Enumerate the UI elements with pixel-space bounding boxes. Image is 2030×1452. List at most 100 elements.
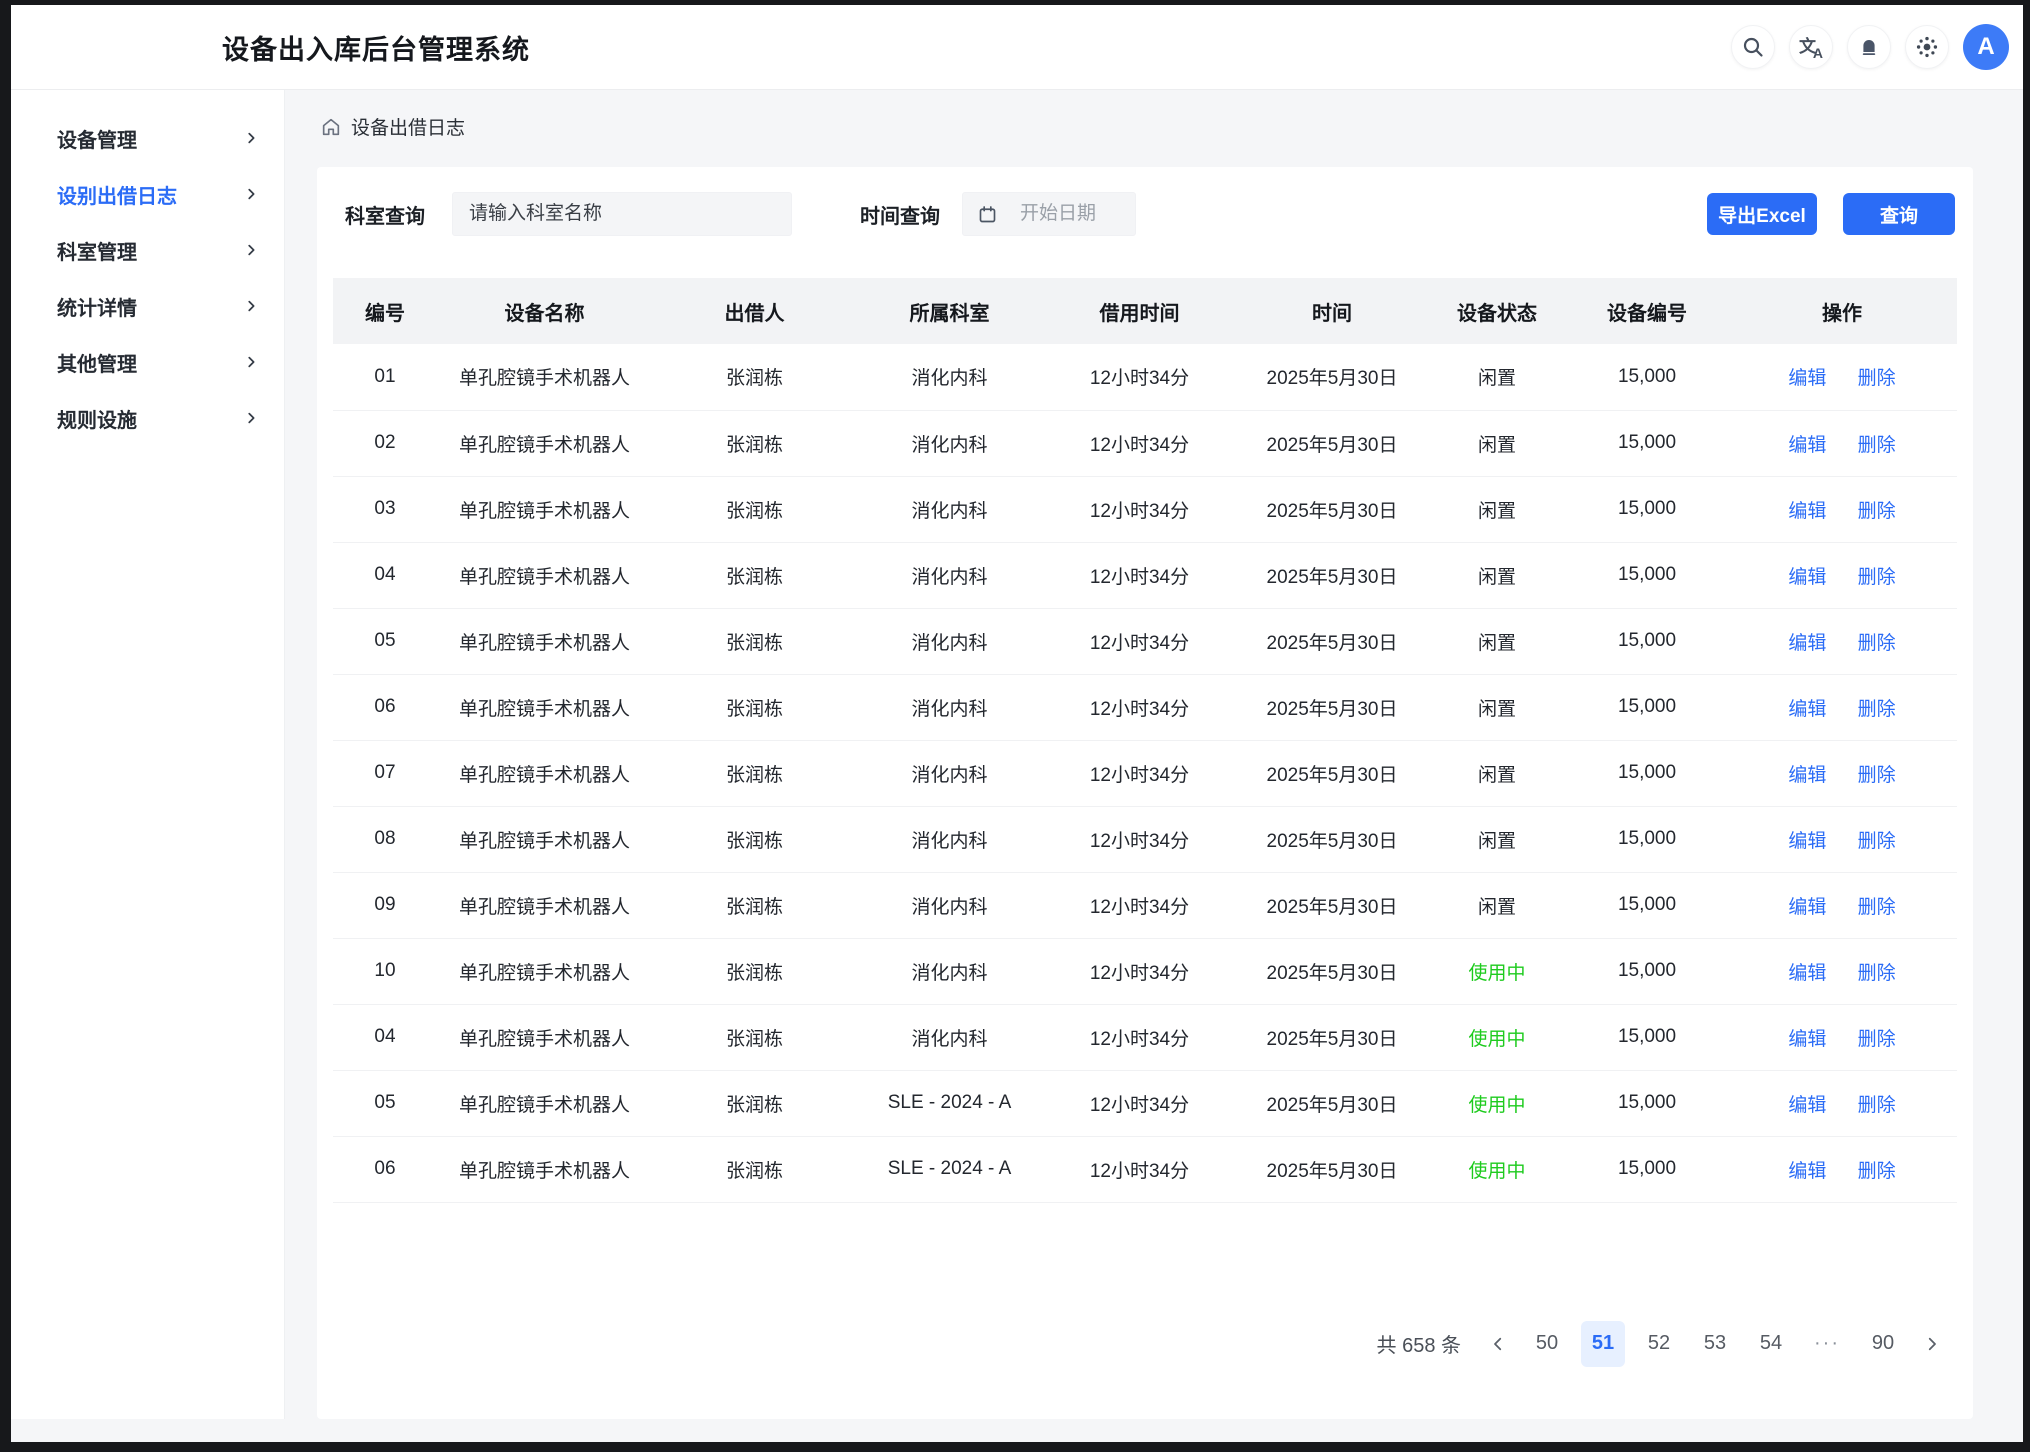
pagination-page-54[interactable]: 54 [1749,1321,1793,1367]
delete-link[interactable]: 删除 [1858,963,1896,984]
cell-operations: 编辑 删除 [1727,542,1957,608]
edit-link[interactable]: 编辑 [1788,699,1826,720]
delete-link[interactable]: 删除 [1858,699,1896,720]
cell-status: 闲置 [1427,806,1567,872]
delete-link[interactable]: 删除 [1858,897,1896,918]
cell-lender: 张润栋 [652,872,857,938]
pagination-pages: 50 51 52 53 54 ··· 90 [1525,1321,1905,1367]
cell-device-code: 15,000 [1567,476,1727,542]
pagination-page-51[interactable]: 51 [1581,1321,1625,1367]
cell-status: 闲置 [1427,740,1567,806]
cell-device-name: 单孔腔镜手术机器人 [437,410,652,476]
cell-device-code: 15,000 [1567,1004,1727,1070]
cell-id: 04 [333,542,437,608]
delete-link[interactable]: 删除 [1858,1029,1896,1050]
cell-status: 闲置 [1427,344,1567,410]
edit-link[interactable]: 编辑 [1788,765,1826,786]
pagination-page-50[interactable]: 50 [1525,1321,1569,1367]
start-date-input[interactable] [1020,203,1130,225]
column-header: 出借人 [652,278,857,344]
cell-date: 2025年5月30日 [1237,542,1427,608]
edit-link[interactable]: 编辑 [1788,1095,1826,1116]
edit-link[interactable]: 编辑 [1788,435,1826,456]
delete-link[interactable]: 删除 [1858,633,1896,654]
cell-lender: 张润栋 [652,740,857,806]
cell-device-code: 15,000 [1567,872,1727,938]
home-icon[interactable] [320,116,342,138]
cell-device-name: 单孔腔镜手术机器人 [437,806,652,872]
sidebar: 设备管理 设别出借日志 科室管理 统计详情 其他管理 规则设施 [11,90,285,1419]
delete-link[interactable]: 删除 [1858,368,1896,389]
cell-borrow-duration: 12小时34分 [1042,608,1237,674]
pagination-next[interactable] [1917,1321,1947,1367]
delete-link[interactable]: 删除 [1858,765,1896,786]
table-row: 10 单孔腔镜手术机器人 张润栋 消化内科 12小时34分 2025年5月30日… [333,938,1957,1004]
edit-link[interactable]: 编辑 [1788,831,1826,852]
edit-link[interactable]: 编辑 [1788,501,1826,522]
cell-operations: 编辑 删除 [1727,608,1957,674]
pagination-page-90[interactable]: 90 [1861,1321,1905,1367]
notification-icon [1857,35,1881,59]
cell-borrow-duration: 12小时34分 [1042,872,1237,938]
edit-link[interactable]: 编辑 [1788,897,1826,918]
delete-link[interactable]: 删除 [1858,501,1896,522]
column-header: 设备名称 [437,278,652,344]
cell-operations: 编辑 删除 [1727,410,1957,476]
pagination: 共 658 条 5051525354···90 [333,1321,1957,1367]
edit-link[interactable]: 编辑 [1788,1161,1826,1182]
cell-lender: 张润栋 [652,674,857,740]
sidebar-item-0[interactable]: 设备管理 [11,110,284,166]
sidebar-item-5[interactable]: 规则设施 [11,390,284,446]
cell-device-code: 15,000 [1567,344,1727,410]
table-row: 04 单孔腔镜手术机器人 张润栋 消化内科 12小时34分 2025年5月30日… [333,1004,1957,1070]
cell-date: 2025年5月30日 [1237,740,1427,806]
cell-department: 消化内科 [857,476,1042,542]
cell-device-name: 单孔腔镜手术机器人 [437,344,652,410]
cell-id: 06 [333,1136,437,1202]
cell-date: 2025年5月30日 [1237,1004,1427,1070]
edit-link[interactable]: 编辑 [1788,963,1826,984]
dept-search-input[interactable] [452,192,792,236]
cell-borrow-duration: 12小时34分 [1042,938,1237,1004]
cell-borrow-duration: 12小时34分 [1042,476,1237,542]
edit-link[interactable]: 编辑 [1788,567,1826,588]
pagination-ellipsis[interactable]: ··· [1805,1321,1849,1367]
edit-link[interactable]: 编辑 [1788,633,1826,654]
pagination-prev[interactable] [1483,1321,1513,1367]
sidebar-item-4[interactable]: 其他管理 [11,334,284,390]
delete-link[interactable]: 删除 [1858,567,1896,588]
cell-status: 闲置 [1427,410,1567,476]
edit-link[interactable]: 编辑 [1788,1029,1826,1050]
search-button[interactable] [1731,25,1775,69]
sidebar-item-1[interactable]: 设别出借日志 [11,166,284,222]
sidebar-item-2[interactable]: 科室管理 [11,222,284,278]
delete-link[interactable]: 删除 [1858,831,1896,852]
pagination-page-52[interactable]: 52 [1637,1321,1681,1367]
table-row: 06 单孔腔镜手术机器人 张润栋 消化内科 12小时34分 2025年5月30日… [333,674,1957,740]
cell-device-code: 15,000 [1567,674,1727,740]
table-row: 01 单孔腔镜手术机器人 张润栋 消化内科 12小时34分 2025年5月30日… [333,344,1957,410]
edit-link[interactable]: 编辑 [1788,368,1826,389]
cell-date: 2025年5月30日 [1237,410,1427,476]
theme-button[interactable] [1905,25,1949,69]
notification-button[interactable] [1847,25,1891,69]
cell-lender: 张润栋 [652,806,857,872]
cell-date: 2025年5月30日 [1237,476,1427,542]
table-row: 09 单孔腔镜手术机器人 张润栋 消化内科 12小时34分 2025年5月30日… [333,872,1957,938]
date-picker[interactable] [962,192,1136,236]
sidebar-item-3[interactable]: 统计详情 [11,278,284,334]
filter-bar: 科室查询 时间查询 导出Excel 查询 [333,167,1957,236]
chevron-right-icon [1923,1335,1941,1353]
delete-link[interactable]: 删除 [1858,1095,1896,1116]
delete-link[interactable]: 删除 [1858,1161,1896,1182]
delete-link[interactable]: 删除 [1858,435,1896,456]
export-excel-button[interactable]: 导出Excel [1707,193,1817,235]
cell-operations: 编辑 删除 [1727,1070,1957,1136]
cell-date: 2025年5月30日 [1237,806,1427,872]
query-button[interactable]: 查询 [1843,193,1955,235]
translate-button[interactable]: 文A [1789,25,1833,69]
cell-operations: 编辑 删除 [1727,938,1957,1004]
pagination-page-53[interactable]: 53 [1693,1321,1737,1367]
avatar[interactable]: A [1963,24,2009,70]
cell-department: 消化内科 [857,1004,1042,1070]
